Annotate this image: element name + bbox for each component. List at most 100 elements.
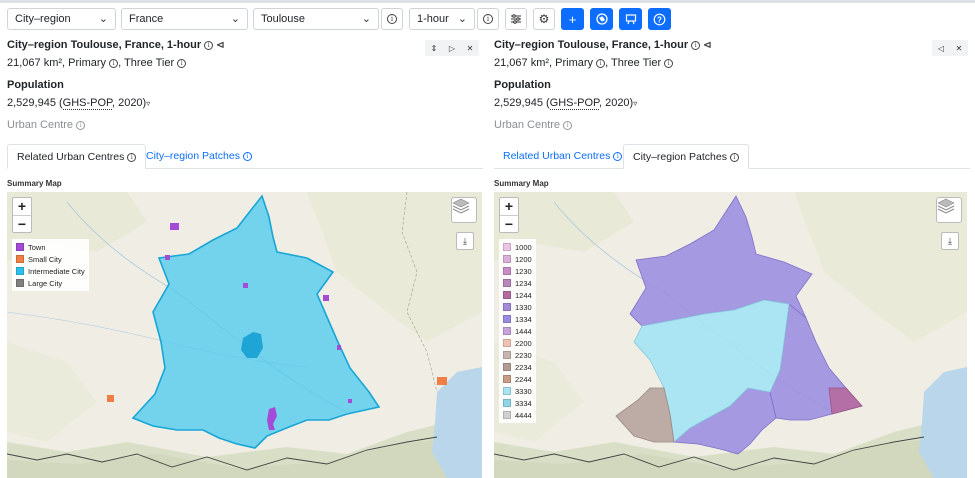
svg-text:?: ? [657, 15, 662, 24]
city-info-button[interactable]: i [381, 8, 403, 30]
country-select[interactable]: France ⌄ [121, 8, 248, 30]
summary-map[interactable]: + − ⤓ Town Small City Intermediate City … [7, 192, 482, 478]
area-line: 21,067 km², Primary i, Three Tier i [494, 57, 674, 69]
population-source[interactable]: GHS-POP [62, 97, 112, 110]
population-label: Population [7, 79, 64, 91]
panel-controls: ⇕ ▷ ✕ [425, 40, 479, 56]
city-select[interactable]: Toulouse ⌄ [253, 8, 379, 30]
tier-text: Three Tier [611, 57, 662, 69]
zoom-out-button[interactable]: − [13, 216, 31, 233]
tier-text: Three Tier [124, 57, 175, 69]
legend-item: 1230 [503, 265, 532, 277]
play-icon[interactable]: ▷ [443, 44, 461, 53]
travel-time-select[interactable]: 1-hour ⌄ [409, 8, 475, 30]
add-button[interactable]: + [561, 8, 584, 30]
legend-item: 1000 [503, 241, 532, 253]
zoom-in-button[interactable]: + [500, 198, 518, 215]
tab-label: Related Urban Centres [17, 151, 125, 163]
map-canvas [494, 192, 967, 478]
legend-item: 2244 [503, 373, 532, 385]
region-type-value: City–region [15, 13, 71, 25]
legend-item: 1234 [503, 277, 532, 289]
zoom-control: + − [499, 197, 519, 233]
info-icon[interactable]: i [204, 40, 214, 50]
tab-city-region-patches[interactable]: City–region Patches i [137, 144, 261, 169]
urban-centre-line: Urban Centre i [7, 119, 86, 131]
filter-settings-button[interactable] [505, 8, 527, 30]
legend-item: 1334 [503, 313, 532, 325]
tab-related-urban-centres[interactable]: Related Urban Centres i [7, 144, 147, 169]
layers-icon [452, 198, 470, 214]
travel-info-button[interactable]: i [477, 8, 499, 30]
tab-bar: Related Urban Centres i City–region Patc… [494, 144, 970, 169]
legend-item: Intermediate City [16, 265, 85, 277]
legend-label: 2230 [515, 350, 532, 360]
legend-item: Town [16, 241, 85, 253]
legend-item: Large City [16, 277, 85, 289]
legend-swatch [503, 267, 511, 275]
population-value: 2,529,945 ( [7, 97, 63, 109]
travel-time-value: 1-hour [417, 13, 449, 25]
region-type-select[interactable]: City–region ⌄ [7, 8, 116, 30]
back-icon[interactable]: ◁ [932, 44, 950, 53]
city-value: Toulouse [261, 13, 306, 25]
info-icon[interactable]: i [664, 58, 674, 68]
legend-swatch [503, 255, 511, 263]
legend-swatch [503, 291, 511, 299]
info-icon[interactable]: i [76, 120, 86, 130]
map-legend: Town Small City Intermediate City Large … [12, 239, 89, 291]
tab-related-urban-centres[interactable]: Related Urban Centres i [494, 144, 631, 169]
legend-label: 3334 [515, 398, 532, 408]
share-icon[interactable]: ⊲ [703, 40, 711, 51]
info-icon[interactable]: i [563, 120, 573, 130]
legend-swatch [503, 411, 511, 419]
legend-item: 2234 [503, 361, 532, 373]
population-year: , 2020) [111, 97, 147, 109]
legend-swatch [503, 243, 511, 251]
info-icon[interactable]: i [691, 40, 701, 50]
layers-button[interactable] [451, 197, 477, 223]
tab-bar: Related Urban Centres i City–region Patc… [7, 144, 483, 169]
share-icon[interactable]: ⊲ [216, 40, 224, 51]
info-icon[interactable]: i [177, 58, 187, 68]
summary-map[interactable]: + − ⤓ 1000 1200 1230 1234 1244 1330 1334… [494, 192, 967, 478]
legend-swatch [503, 387, 511, 395]
info-icon: i [483, 14, 493, 24]
legend-label: Small City [28, 254, 62, 264]
move-icon[interactable]: ⇕ [425, 44, 443, 53]
chevron-down-icon: ⌄ [230, 13, 240, 25]
info-icon[interactable]: i [596, 58, 606, 68]
population-source[interactable]: GHS-POP [549, 97, 599, 110]
legend-item: 1330 [503, 301, 532, 313]
settings-button[interactable]: ⚙ [533, 8, 555, 30]
caret-down-icon[interactable]: ▿ [146, 99, 150, 108]
legend-item: 3334 [503, 397, 532, 409]
chevron-down-icon: ⌄ [98, 13, 108, 25]
download-button[interactable]: ⤓ [456, 232, 474, 250]
zoom-out-button[interactable]: − [500, 216, 518, 233]
help-button[interactable]: ? [648, 8, 671, 30]
left-panel: City–region Toulouse, France, 1-hour i ⊲… [7, 36, 483, 478]
tab-city-region-patches[interactable]: City–region Patches i [623, 144, 749, 169]
summary-map-label: Summary Map [7, 179, 62, 188]
legend-label: 1234 [515, 278, 532, 288]
download-button[interactable]: ⤓ [941, 232, 959, 250]
population-line: 2,529,945 (GHS-POP, 2020)▿ [494, 97, 637, 110]
info-icon: i [387, 14, 397, 24]
info-icon: i [729, 152, 739, 162]
legend-label: 2200 [515, 338, 532, 348]
close-icon[interactable]: ✕ [950, 44, 968, 53]
layers-icon [937, 198, 955, 214]
info-icon[interactable]: i [109, 58, 119, 68]
download-icon: ⤓ [463, 235, 467, 246]
close-icon[interactable]: ✕ [461, 44, 479, 53]
info-icon: i [127, 152, 137, 162]
legend-label: 1000 [515, 242, 532, 252]
layers-button[interactable] [936, 197, 962, 223]
legend-swatch [503, 399, 511, 407]
presentation-button[interactable] [619, 8, 642, 30]
sliders-icon [511, 14, 521, 24]
zoom-in-button[interactable]: + [13, 198, 31, 215]
globe-button[interactable] [590, 8, 613, 30]
caret-down-icon[interactable]: ▿ [633, 99, 637, 108]
